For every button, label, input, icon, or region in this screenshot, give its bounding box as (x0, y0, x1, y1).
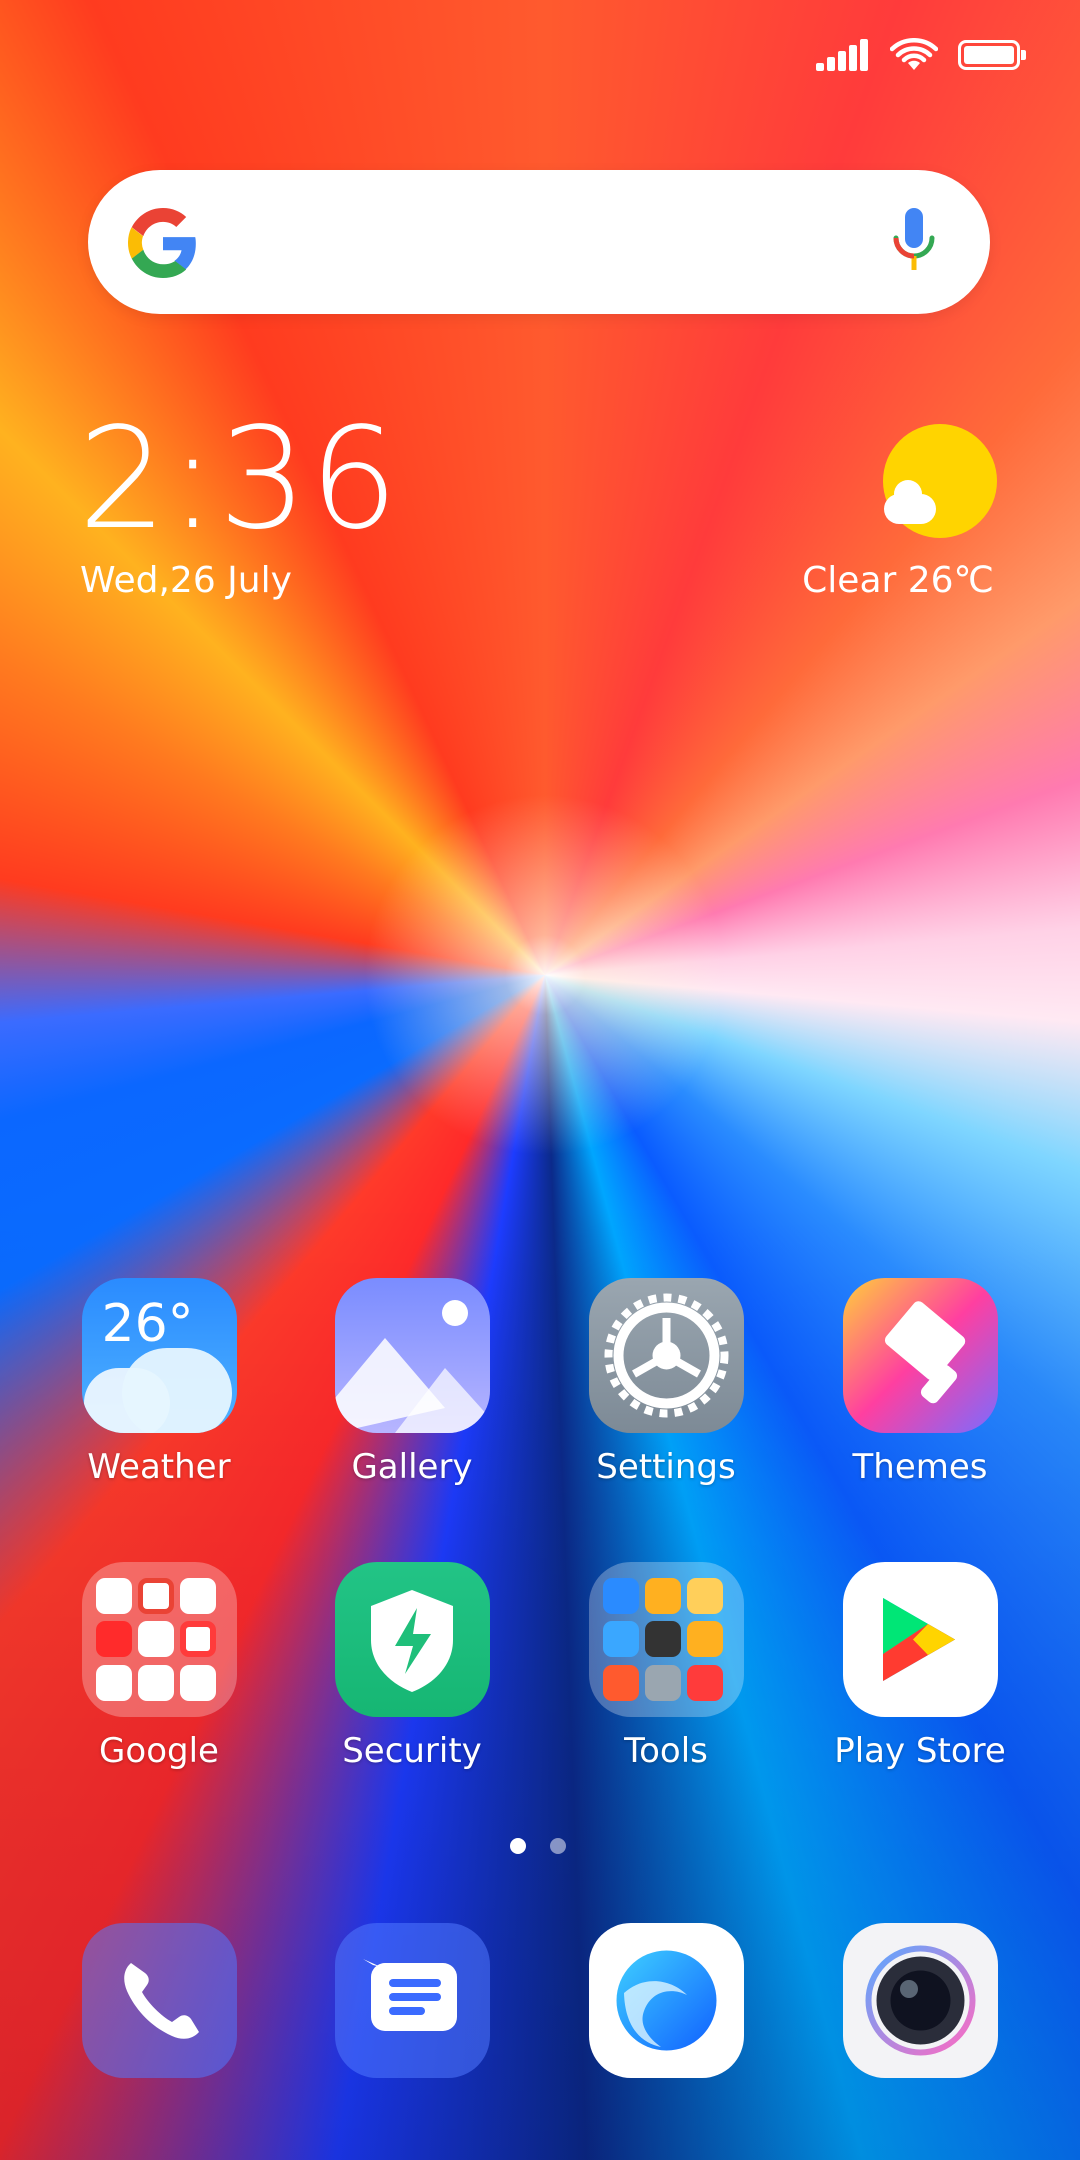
tools-folder-icon[interactable] (588, 1562, 744, 1717)
clock-date[interactable]: Wed,26 July (80, 560, 292, 601)
dock-camera[interactable] (830, 1923, 1010, 2078)
status-bar (0, 0, 1080, 110)
clock-time[interactable]: 2:36 (78, 410, 400, 550)
app-label: Settings (596, 1447, 736, 1487)
cloud-icon (884, 480, 936, 524)
app-label: Google (99, 1731, 219, 1771)
app-themes[interactable]: Themes (830, 1278, 1010, 1487)
app-google-folder[interactable]: Google (69, 1562, 249, 1771)
app-label: Weather (87, 1447, 231, 1487)
themes-brush-icon[interactable] (842, 1278, 998, 1433)
app-label: Security (342, 1731, 482, 1771)
app-label: Play Store (834, 1731, 1006, 1771)
google-search-bar[interactable] (88, 170, 990, 314)
microphone-icon[interactable] (886, 204, 942, 280)
dock-browser[interactable] (576, 1923, 756, 2078)
google-folder-icon[interactable] (81, 1562, 237, 1717)
app-gallery[interactable]: Gallery (322, 1278, 502, 1487)
page-dot-2[interactable] (550, 1838, 566, 1854)
play-store-icon[interactable] (842, 1562, 998, 1717)
battery-icon (958, 40, 1026, 70)
messages-icon[interactable] (334, 1923, 490, 2078)
app-tools-folder[interactable]: Tools (576, 1562, 756, 1771)
app-security[interactable]: Security (322, 1562, 502, 1771)
browser-icon[interactable] (588, 1923, 744, 2078)
google-g-icon[interactable] (128, 208, 198, 278)
camera-icon[interactable] (842, 1923, 998, 2078)
app-label: Themes (852, 1447, 988, 1487)
app-label: Gallery (351, 1447, 473, 1487)
weather-icon[interactable]: 26° (81, 1278, 237, 1433)
page-indicator[interactable] (510, 1838, 566, 1854)
app-label: Tools (624, 1731, 708, 1771)
weather-condition[interactable]: Clear 26℃ (802, 560, 994, 601)
page-dot-1[interactable] (510, 1838, 526, 1854)
wifi-icon (890, 38, 938, 70)
gallery-icon[interactable] (334, 1278, 490, 1433)
settings-gear-icon[interactable] (588, 1278, 744, 1433)
dock-messages[interactable] (322, 1923, 502, 2078)
app-weather[interactable]: 26° Weather (69, 1278, 249, 1487)
status-icons (816, 38, 1026, 72)
app-play-store[interactable]: Play Store (830, 1562, 1010, 1771)
phone-icon[interactable] (81, 1923, 237, 2078)
app-settings[interactable]: Settings (576, 1278, 756, 1487)
security-shield-icon[interactable] (334, 1562, 490, 1717)
wallpaper-shade (0, 0, 1080, 2160)
weather-badge-text: 26° (101, 1294, 194, 1354)
dock-phone[interactable] (69, 1923, 249, 2078)
signal-icon (816, 39, 870, 71)
